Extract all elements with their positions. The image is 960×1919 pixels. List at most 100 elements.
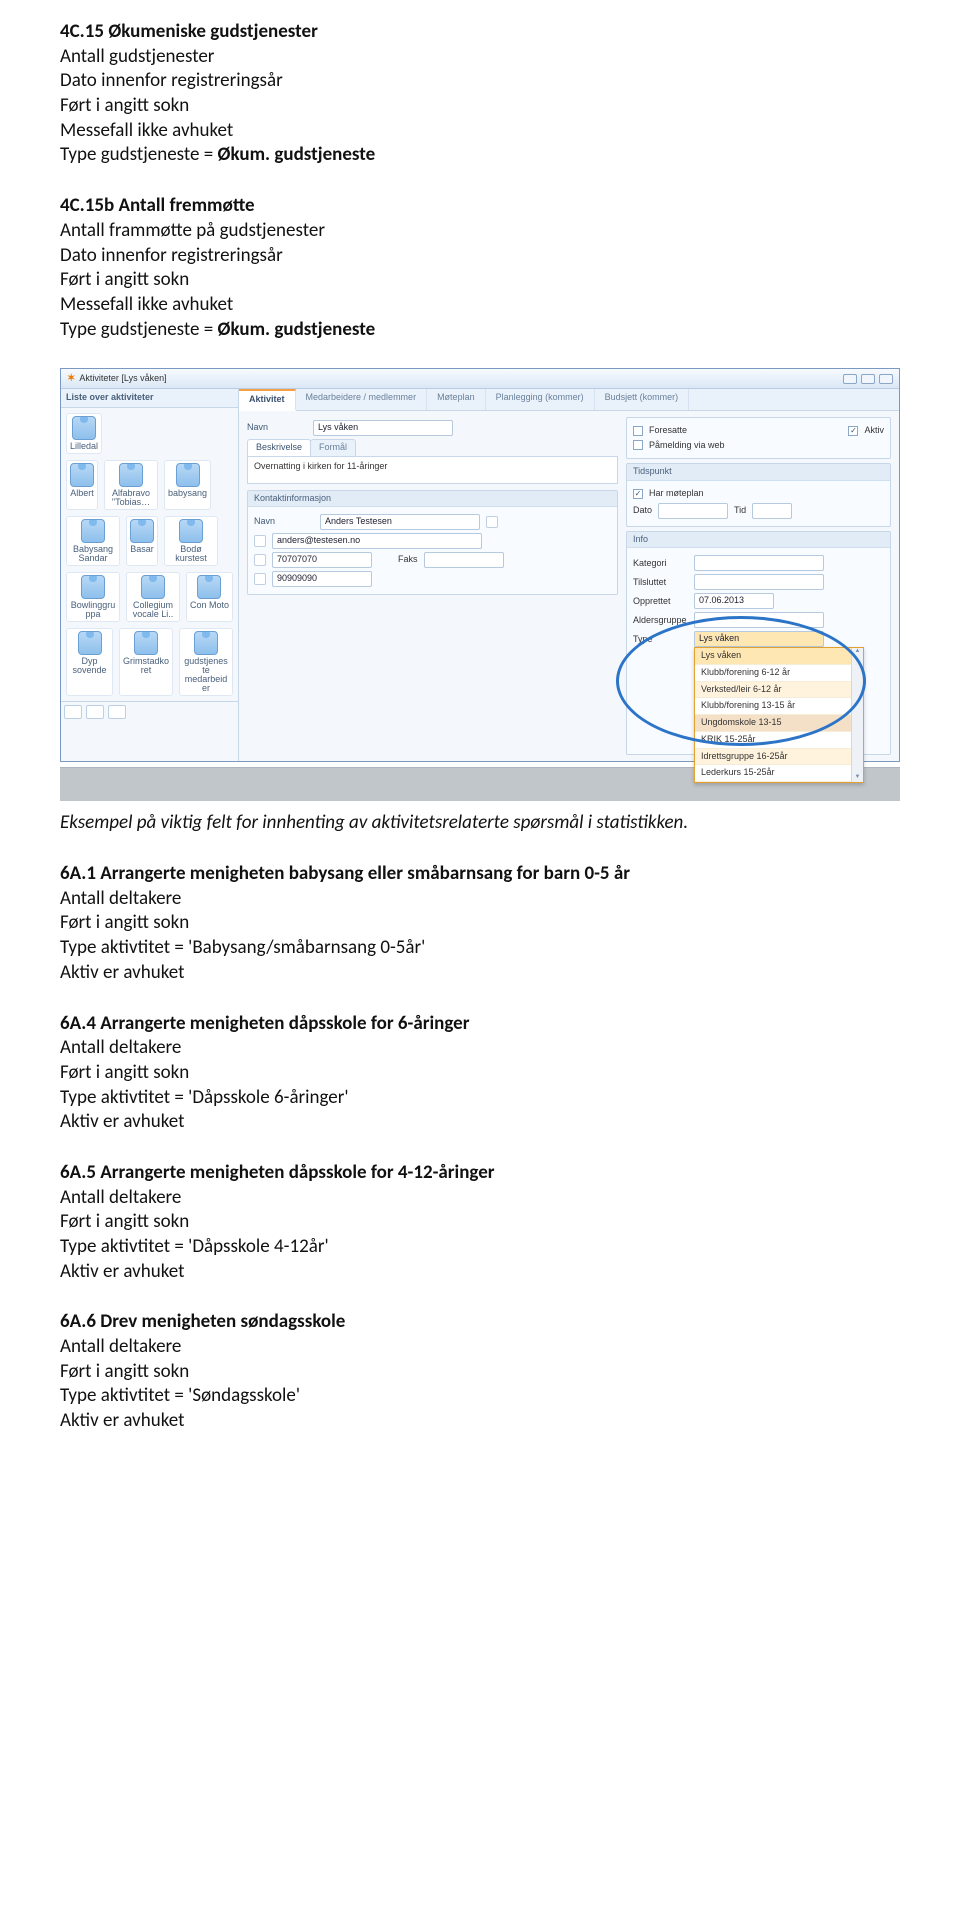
- puzzle-icon: [119, 463, 143, 487]
- puzzle-icon: [141, 575, 165, 599]
- input-aldersgruppe[interactable]: [694, 612, 824, 628]
- tab-medarbeidere[interactable]: Medarbeidere / medlemmer: [296, 389, 428, 410]
- activity-item[interactable]: gudstjeneste medarbeider: [179, 628, 233, 696]
- window-controls: [843, 374, 893, 384]
- figure-caption: Eksempel på viktig felt for innhenting a…: [60, 811, 900, 836]
- checkbox-moteplan[interactable]: ✓: [633, 489, 643, 499]
- input-faks[interactable]: [424, 552, 504, 568]
- input-tid[interactable]: [752, 503, 792, 519]
- activity-item[interactable]: Collegium vocale Li..: [126, 572, 180, 622]
- dropdown-option[interactable]: Klubb/forening 6-12 år: [695, 665, 863, 682]
- puzzle-icon: [197, 575, 221, 599]
- mobile-icon: [254, 573, 266, 585]
- text-line: Type aktivtitet = 'Babysang/småbarnsang …: [60, 936, 900, 961]
- section-4c15: 4C.15 Økumeniske gudstjenester Antall gu…: [60, 20, 900, 168]
- label-navn: Navn: [247, 422, 307, 434]
- tab-planlegging[interactable]: Planlegging (kommer): [486, 389, 595, 410]
- activity-item[interactable]: Dyp sovende: [66, 628, 113, 696]
- text-line: Ført i angitt sokn: [60, 268, 900, 293]
- puzzle-icon: [70, 463, 94, 487]
- text-line: Ført i angitt sokn: [60, 94, 900, 119]
- left-panel: Liste over aktiviteter Lilledal Albert A…: [61, 389, 239, 761]
- panel-tidspunkt-header: Tidspunkt: [627, 464, 890, 481]
- tab-budsjett[interactable]: Budsjett (kommer): [595, 389, 690, 410]
- text-line: Ført i angitt sokn: [60, 911, 900, 936]
- label-faks: Faks: [398, 554, 418, 566]
- subtab-beskrivelse[interactable]: Beskrivelse: [247, 439, 311, 456]
- input-kategori[interactable]: [694, 555, 824, 571]
- view-icon[interactable]: [108, 705, 126, 719]
- checkbox-pamelding[interactable]: [633, 440, 643, 450]
- text-line: Antall gudstjenester: [60, 45, 900, 70]
- dropdown-option[interactable]: Lederkurs 15-25år: [695, 765, 863, 782]
- text-line: Antall deltakere: [60, 1335, 900, 1360]
- text-line: Type aktivtitet = 'Dåpsskole 6-åringer': [60, 1086, 900, 1111]
- checkbox-aktiv[interactable]: ✓: [848, 426, 858, 436]
- puzzle-icon: [81, 575, 105, 599]
- text-line: Ført i angitt sokn: [60, 1210, 900, 1235]
- activity-item[interactable]: Albert: [66, 460, 98, 510]
- input-tlf[interactable]: 70707070: [272, 552, 372, 568]
- beskrivelse-text[interactable]: Overnatting i kirken for 11-åringer: [247, 456, 618, 484]
- activity-item[interactable]: Babysang Sandar: [66, 516, 120, 566]
- minimize-button[interactable]: [843, 374, 857, 384]
- text-line: Antall deltakere: [60, 1186, 900, 1211]
- input-mob[interactable]: 90909090: [272, 571, 372, 587]
- subtab-formal[interactable]: Formål: [310, 439, 356, 456]
- section-title: 6A.4 Arrangerte menigheten dåpsskole for…: [60, 1012, 469, 1035]
- input-email[interactable]: anders@testesen.no: [272, 533, 482, 549]
- text-line: Aktiv er avhuket: [60, 961, 900, 986]
- activity-item[interactable]: Alfabravo "Tobias…: [104, 460, 158, 510]
- input-type[interactable]: Lys våken: [694, 631, 824, 647]
- close-button[interactable]: [879, 374, 893, 384]
- puzzle-icon: [78, 631, 102, 655]
- activity-item[interactable]: babysang: [164, 460, 211, 510]
- dropdown-option[interactable]: Klubb/forening 13-15 år: [695, 698, 863, 715]
- tab-bar: Aktivitet Medarbeidere / medlemmer Møtep…: [239, 389, 899, 411]
- window-title: Aktiviteter [Lys våken]: [79, 373, 166, 383]
- section-title: 6A.6 Drev menigheten søndagsskole: [60, 1310, 345, 1333]
- type-dropdown-list[interactable]: Lys våken Klubb/forening 6-12 år Verkste…: [694, 647, 864, 783]
- phone-icon: [254, 554, 266, 566]
- section-6a6: 6A.6 Drev menigheten søndagsskole Antall…: [60, 1310, 900, 1433]
- puzzle-icon: [130, 519, 154, 543]
- dropdown-option[interactable]: Verksted/leir 6-12 år: [695, 682, 863, 699]
- text-line: Type aktivtitet = 'Søndagsskole': [60, 1384, 900, 1409]
- input-navn[interactable]: Lys våken: [313, 420, 453, 436]
- section-title: 6A.1 Arrangerte menigheten babysang elle…: [60, 862, 630, 885]
- dropdown-option[interactable]: Ungdomskole 13-15: [695, 715, 863, 732]
- input-kontakt-navn[interactable]: Anders Testesen: [320, 514, 480, 530]
- dropdown-option[interactable]: Idrettsgruppe 16-25år: [695, 749, 863, 766]
- maximize-button[interactable]: [861, 374, 875, 384]
- activity-item[interactable]: Grimstadkoret: [119, 628, 173, 696]
- activity-item[interactable]: Con Moto: [186, 572, 233, 622]
- dropdown-scrollbar[interactable]: [851, 648, 863, 782]
- view-icon[interactable]: [64, 705, 82, 719]
- text-line: Type gudstjeneste = Økum. gudstjeneste: [60, 143, 900, 168]
- activity-item[interactable]: Bodø kurstest: [164, 516, 218, 566]
- tab-moteplan[interactable]: Møteplan: [427, 389, 486, 410]
- dropdown-option[interactable]: Lys våken: [695, 648, 863, 665]
- left-panel-header: Liste over aktiviteter: [61, 389, 238, 408]
- text-line: Ført i angitt sokn: [60, 1360, 900, 1385]
- text-line: Ført i angitt sokn: [60, 1061, 900, 1086]
- view-icon[interactable]: [86, 705, 104, 719]
- lookup-icon[interactable]: [486, 516, 498, 528]
- section-title: 6A.5 Arrangerte menigheten dåpsskole for…: [60, 1161, 495, 1184]
- input-tilsluttet[interactable]: [694, 574, 824, 590]
- puzzle-icon: [134, 631, 158, 655]
- text-line: Dato innenfor registreringsår: [60, 244, 900, 269]
- activity-item[interactable]: Basar: [126, 516, 158, 566]
- checkbox-foresatte[interactable]: [633, 426, 643, 436]
- text-line: Messefall ikke avhuket: [60, 119, 900, 144]
- dropdown-option[interactable]: KRIK 15-25år: [695, 732, 863, 749]
- input-dato[interactable]: [658, 503, 728, 519]
- activity-item[interactable]: Bowlinggruppa: [66, 572, 120, 622]
- activity-item[interactable]: Lilledal: [66, 413, 102, 454]
- tab-aktivitet[interactable]: Aktivitet: [239, 389, 296, 411]
- section-6a1: 6A.1 Arrangerte menigheten babysang elle…: [60, 862, 900, 985]
- type-dropdown[interactable]: Type Lys våken Lys våken Klubb/forening …: [633, 631, 884, 647]
- puzzle-icon: [194, 631, 218, 655]
- input-opprettet[interactable]: 07.06.2013: [694, 593, 774, 609]
- app-screenshot: ✶Aktiviteter [Lys våken] Liste over akti…: [60, 368, 900, 801]
